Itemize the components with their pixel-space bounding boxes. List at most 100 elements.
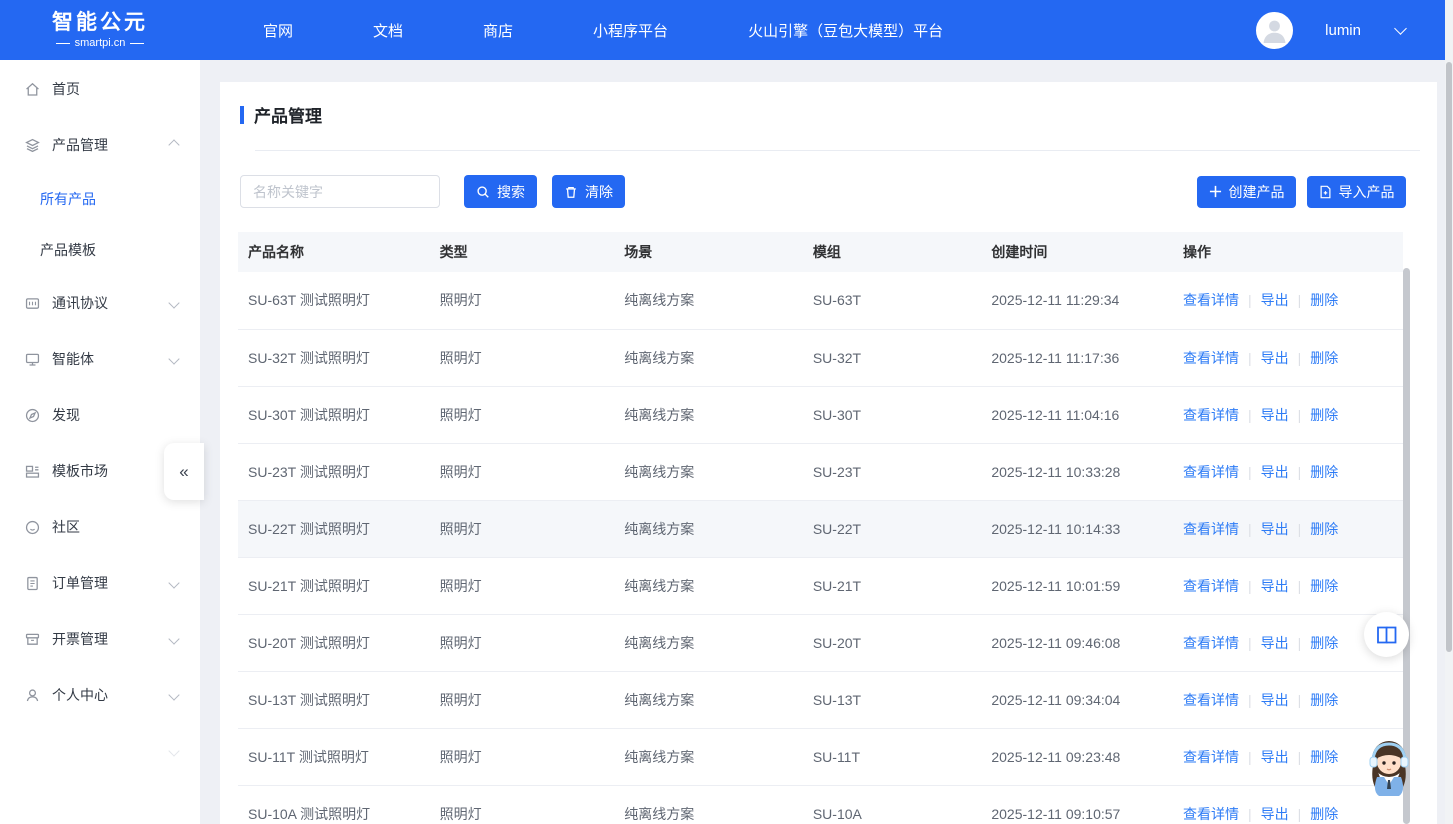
cell-created-time: 2025-12-11 11:29:34 <box>981 272 1173 329</box>
delete-link[interactable]: 删除 <box>1310 635 1338 651</box>
sidebar-collapse-button[interactable]: « <box>164 443 204 500</box>
cell-product-name: SU-30T 测试照明灯 <box>238 386 430 443</box>
sidebar-item-product-management[interactable]: 产品管理 <box>0 117 200 173</box>
sidebar-item-discover[interactable]: 发现 <box>0 387 200 443</box>
cell-module: SU-22T <box>803 500 982 557</box>
clear-button[interactable]: 清除 <box>552 175 625 208</box>
cell-product-name: SU-23T 测试照明灯 <box>238 443 430 500</box>
table-row: SU-11T 测试照明灯 照明灯 纯离线方案 SU-11T 2025-12-11… <box>238 728 1403 785</box>
plus-icon <box>1209 185 1222 198</box>
sidebar-item-label: 开票管理 <box>52 629 108 649</box>
export-link[interactable]: 导出 <box>1261 350 1289 366</box>
view-details-link[interactable]: 查看详情 <box>1183 749 1239 765</box>
collapse-icon: « <box>179 462 188 482</box>
sidebar-item-communication-protocol[interactable]: 通讯协议 <box>0 275 200 331</box>
view-details-link[interactable]: 查看详情 <box>1183 350 1239 366</box>
search-input[interactable] <box>240 175 440 208</box>
view-details-link[interactable]: 查看详情 <box>1183 464 1239 480</box>
column-header-product-name: 产品名称 <box>238 232 430 272</box>
cell-created-time: 2025-12-11 09:34:04 <box>981 671 1173 728</box>
action-separator: | <box>1248 749 1252 765</box>
view-details-link[interactable]: 查看详情 <box>1183 292 1239 308</box>
sidebar-item-product-templates[interactable]: 产品模板 <box>0 224 200 275</box>
brand-logo[interactable]: 智能公元 smartpi.cn <box>40 11 160 49</box>
action-separator: | <box>1248 464 1252 480</box>
assistant-mascot[interactable] <box>1362 735 1416 797</box>
delete-link[interactable]: 删除 <box>1310 578 1338 594</box>
page-scrollbar-track[interactable] <box>1445 0 1453 824</box>
table-row: SU-32T 测试照明灯 照明灯 纯离线方案 SU-32T 2025-12-11… <box>238 329 1403 386</box>
create-product-button[interactable]: 创建产品 <box>1197 176 1296 208</box>
cell-scene: 纯离线方案 <box>614 500 803 557</box>
view-details-link[interactable]: 查看详情 <box>1183 407 1239 423</box>
import-product-button[interactable]: 导入产品 <box>1307 176 1406 208</box>
sidebar-item-extra[interactable] <box>0 723 200 779</box>
view-details-link[interactable]: 查看详情 <box>1183 806 1239 822</box>
person-icon <box>1258 14 1291 47</box>
username-label[interactable]: lumin <box>1325 22 1361 39</box>
user-avatar[interactable] <box>1256 12 1293 49</box>
export-link[interactable]: 导出 <box>1261 806 1289 822</box>
cell-type: 照明灯 <box>430 272 615 329</box>
cell-scene: 纯离线方案 <box>614 728 803 785</box>
delete-link[interactable]: 删除 <box>1310 292 1338 308</box>
chevron-down-icon[interactable] <box>1394 22 1407 35</box>
sidebar-item-all-products[interactable]: 所有产品 <box>0 173 200 224</box>
delete-link[interactable]: 删除 <box>1310 692 1338 708</box>
column-header-actions: 操作 <box>1173 232 1403 272</box>
table-row-highlighted: SU-22T 测试照明灯 照明灯 纯离线方案 SU-22T 2025-12-11… <box>238 500 1403 557</box>
docs-float-button[interactable] <box>1364 612 1409 657</box>
cell-type: 照明灯 <box>430 557 615 614</box>
sidebar-item-order-management[interactable]: 订单管理 <box>0 555 200 611</box>
delete-link[interactable]: 删除 <box>1310 464 1338 480</box>
cell-product-name: SU-63T 测试照明灯 <box>238 272 430 329</box>
cell-scene: 纯离线方案 <box>614 386 803 443</box>
cell-product-name: SU-22T 测试照明灯 <box>238 500 430 557</box>
chevron-down-icon <box>168 689 179 700</box>
cell-created-time: 2025-12-11 10:01:59 <box>981 557 1173 614</box>
sidebar-item-label: 首页 <box>52 79 80 99</box>
page-scrollbar-thumb[interactable] <box>1446 62 1452 652</box>
view-details-link[interactable]: 查看详情 <box>1183 521 1239 537</box>
open-book-icon <box>1376 625 1398 645</box>
sidebar-item-agents[interactable]: 智能体 <box>0 331 200 387</box>
delete-link[interactable]: 删除 <box>1310 749 1338 765</box>
export-link[interactable]: 导出 <box>1261 578 1289 594</box>
cell-scene: 纯离线方案 <box>614 557 803 614</box>
export-link[interactable]: 导出 <box>1261 407 1289 423</box>
delete-link[interactable]: 删除 <box>1310 407 1338 423</box>
export-link[interactable]: 导出 <box>1261 521 1289 537</box>
chevron-down-icon <box>168 353 179 364</box>
page-title: 产品管理 <box>240 102 1437 127</box>
cell-scene: 纯离线方案 <box>614 785 803 824</box>
nav-link-miniprogram-platform[interactable]: 小程序平台 <box>593 20 668 41</box>
view-details-link[interactable]: 查看详情 <box>1183 578 1239 594</box>
delete-link[interactable]: 删除 <box>1310 521 1338 537</box>
nav-link-volcengine-platform[interactable]: 火山引擎（豆包大模型）平台 <box>748 20 943 41</box>
nav-link-store[interactable]: 商店 <box>483 20 513 41</box>
export-link[interactable]: 导出 <box>1261 692 1289 708</box>
action-separator: | <box>1298 806 1302 822</box>
cell-module: SU-11T <box>803 728 982 785</box>
export-link[interactable]: 导出 <box>1261 292 1289 308</box>
delete-link[interactable]: 删除 <box>1310 806 1338 822</box>
sidebar-item-label: 订单管理 <box>52 573 108 593</box>
sidebar-item-home[interactable]: 首页 <box>0 61 200 117</box>
sidebar-item-community[interactable]: 社区 <box>0 499 200 555</box>
search-button[interactable]: 搜索 <box>464 175 537 208</box>
export-link[interactable]: 导出 <box>1261 464 1289 480</box>
nav-link-docs[interactable]: 文档 <box>373 20 403 41</box>
sidebar-item-invoice-management[interactable]: 开票管理 <box>0 611 200 667</box>
export-link[interactable]: 导出 <box>1261 635 1289 651</box>
sidebar-item-personal-center[interactable]: 个人中心 <box>0 667 200 723</box>
table-row: SU-30T 测试照明灯 照明灯 纯离线方案 SU-30T 2025-12-11… <box>238 386 1403 443</box>
sidebar-item-label: 通讯协议 <box>52 293 108 313</box>
delete-link[interactable]: 删除 <box>1310 350 1338 366</box>
sidebar: 首页 产品管理 所有产品 产品模板 通讯协议 智能体 <box>0 60 200 824</box>
nav-link-official-site[interactable]: 官网 <box>263 20 293 41</box>
view-details-link[interactable]: 查看详情 <box>1183 635 1239 651</box>
export-link[interactable]: 导出 <box>1261 749 1289 765</box>
archive-icon <box>24 631 41 648</box>
user-icon <box>24 687 41 704</box>
view-details-link[interactable]: 查看详情 <box>1183 692 1239 708</box>
